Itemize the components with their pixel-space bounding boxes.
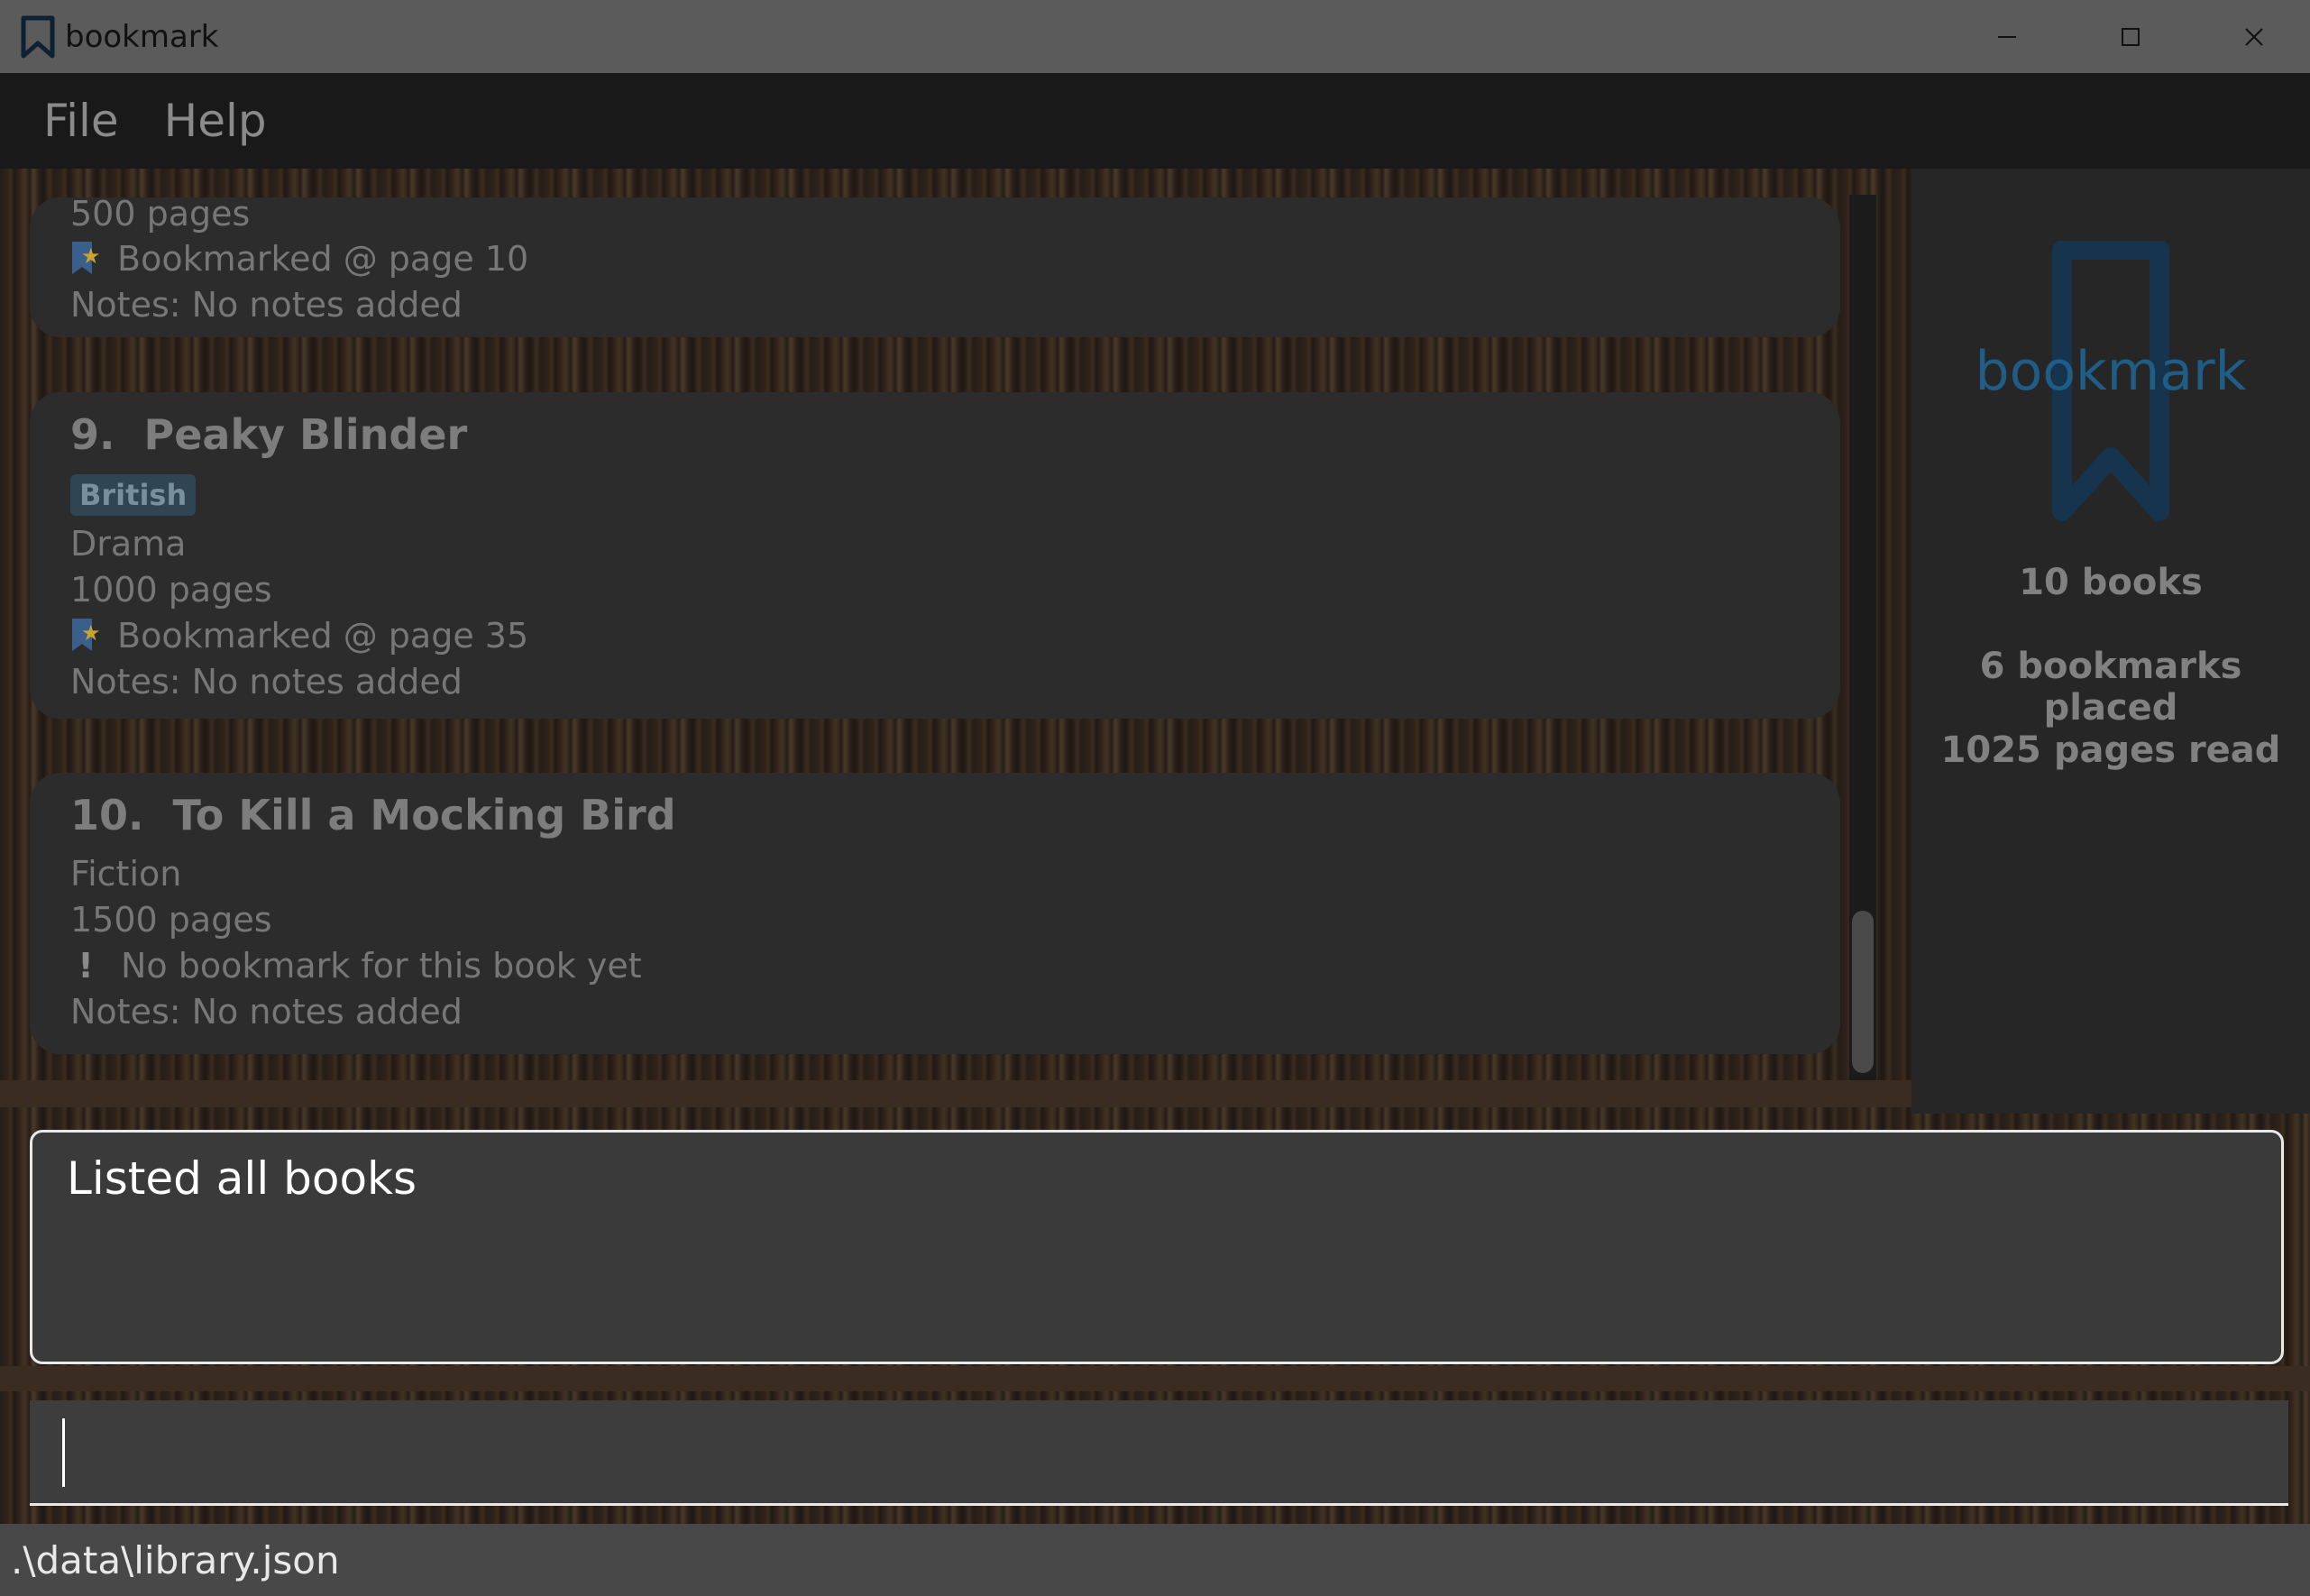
exclamation-icon: ! <box>78 946 94 986</box>
menu-help[interactable]: Help <box>164 95 267 147</box>
book-title: To Kill a Mocking Bird <box>172 791 676 839</box>
book-genre: Fiction <box>70 854 182 894</box>
result-display[interactable]: Listed all books <box>30 1130 2284 1364</box>
book-index: 10. <box>70 791 144 839</box>
stat-bookmarks: 6 bookmarks placed <box>1979 646 2242 729</box>
bookmark-logo: bookmark <box>1911 240 2310 529</box>
book-genre: Drama <box>70 524 187 564</box>
book-title-line: 9. Peaky Blinder <box>70 410 467 459</box>
shelf-plank <box>0 1366 2310 1391</box>
close-button[interactable] <box>2192 0 2310 73</box>
book-card[interactable]: 10. To Kill a Mocking Bird Fiction 1500 … <box>30 773 1840 1054</box>
maximize-icon <box>2121 27 2140 46</box>
data-file-path: .\data\library.json <box>11 1537 340 1582</box>
minimize-icon <box>1997 35 2016 38</box>
book-bookmark-status: ★ Bookmarked @ page 10 <box>70 239 528 279</box>
title-bar: bookmark <box>0 0 2310 73</box>
text-caret <box>62 1418 65 1487</box>
bookmark-app-icon <box>21 15 55 58</box>
bookmark-flag-icon: ★ <box>70 619 101 651</box>
book-bookmark-status: ★ Bookmarked @ page 35 <box>70 616 528 656</box>
book-title: Peaky Blinder <box>143 410 468 459</box>
book-pages: 500 pages <box>70 194 251 234</box>
bookmark-label: Bookmarked @ page 10 <box>117 239 529 279</box>
book-card[interactable]: 9. Peaky Blinder British Drama 1000 page… <box>30 392 1840 719</box>
menu-bar: File Help <box>0 73 2310 169</box>
maximize-button[interactable] <box>2068 0 2192 73</box>
logo-text: bookmark <box>1975 340 2247 403</box>
bookmark-label: Bookmarked @ page 35 <box>117 616 529 656</box>
stats-panel: bookmark 10 books 6 bookmarks placed 102… <box>1911 169 2310 1114</box>
book-pages: 1500 pages <box>70 900 272 940</box>
command-input[interactable] <box>30 1400 2288 1506</box>
scrollbar-thumb[interactable] <box>1852 911 1874 1073</box>
stat-pages-read: 1025 pages read <box>1940 729 2281 771</box>
bookmark-flag-icon: ★ <box>70 242 101 274</box>
close-icon <box>2244 27 2263 46</box>
minimize-button[interactable] <box>1945 0 2068 73</box>
book-bookmark-status: ! No bookmark for this book yet <box>70 946 642 986</box>
book-title-line: 10. To Kill a Mocking Bird <box>70 791 676 839</box>
result-text: Listed all books <box>67 1152 417 1205</box>
book-pages: 1000 pages <box>70 570 272 610</box>
status-bar: .\data\library.json <box>0 1524 2310 1596</box>
app-window: bookmark File Help 500 pages ★ Bookmarke… <box>0 0 2310 1596</box>
book-notes: Notes: No notes added <box>70 285 463 325</box>
book-list-panel[interactable]: 500 pages ★ Bookmarked @ page 10 Notes: N… <box>0 169 1910 1115</box>
book-index: 9. <box>70 410 115 459</box>
book-notes: Notes: No notes added <box>70 992 463 1032</box>
menu-file[interactable]: File <box>43 95 119 147</box>
book-card[interactable]: 500 pages ★ Bookmarked @ page 10 Notes: N… <box>30 194 1840 337</box>
stat-books: 10 books <box>2019 562 2203 603</box>
window-title: bookmark <box>65 18 219 55</box>
book-tag: British <box>70 474 197 516</box>
bookmark-label: No bookmark for this book yet <box>121 946 642 986</box>
book-notes: Notes: No notes added <box>70 662 463 702</box>
